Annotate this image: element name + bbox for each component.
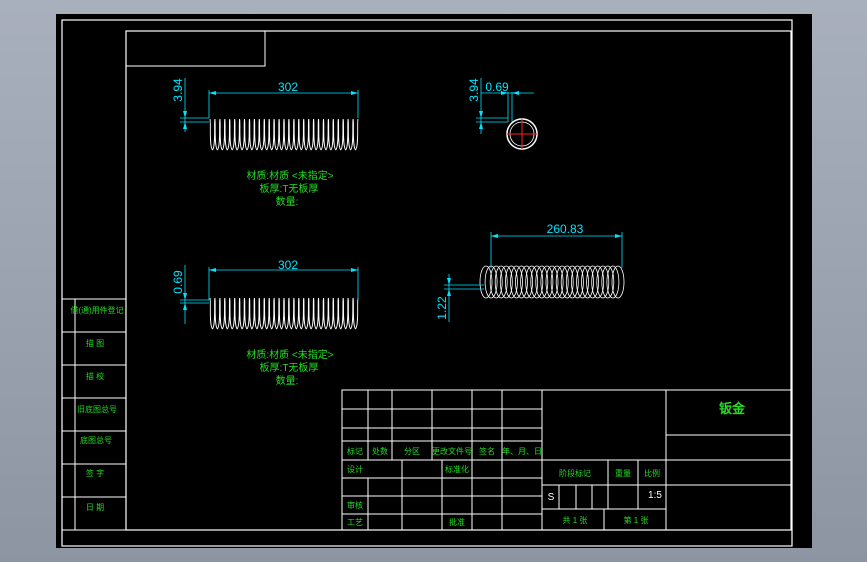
dim-length-label: 260.83 xyxy=(547,222,584,236)
dim-height-label: 3.94 xyxy=(171,78,185,102)
dim-height-label: 3.94 xyxy=(467,78,481,102)
note-material: 材质:材质 <未指定> xyxy=(246,169,333,182)
dim-length-label: 302 xyxy=(278,258,298,272)
dim-length-label: 302 xyxy=(278,80,298,94)
header-cell: 签名 xyxy=(479,446,495,456)
sheet-number-label: 第 1 张 xyxy=(624,515,649,525)
note-quantity: 数量: xyxy=(276,195,299,208)
header-cell: 分区 xyxy=(404,447,420,456)
header-cell: 年、月、日 xyxy=(502,446,542,456)
strip-label: 描 图 xyxy=(86,338,104,348)
designer-label: 设计 xyxy=(347,464,363,474)
process-label: 工艺 xyxy=(347,518,363,527)
dim-width-label: 0.69 xyxy=(485,80,509,94)
scale-value: 1:5 xyxy=(648,490,662,501)
cad-drawing-canvas[interactable]: 302 3.94 材质:材质 <未指定> 板厚:T无板厚 数量: 302 0.6… xyxy=(0,0,867,562)
header-cell: 标记 xyxy=(347,446,363,456)
header-cell: 处数 xyxy=(372,446,388,456)
dim-height-label: 1.22 xyxy=(435,296,449,320)
stage-mark-label: 阶段标记 xyxy=(559,468,591,478)
total-sheets-label: 共 1 张 xyxy=(563,516,588,525)
note-thickness: 板厚:T无板厚 xyxy=(260,182,319,195)
drawing-title: 钣金 xyxy=(719,401,746,416)
strip-label: 旧底图总号 xyxy=(77,404,117,414)
strip-label: 底图总号 xyxy=(80,435,112,445)
dim-height-label: 0.69 xyxy=(171,270,185,294)
stage-value: S xyxy=(548,492,555,503)
header-cell: 更改文件号 xyxy=(432,446,472,456)
approval-label: 批准 xyxy=(449,517,465,527)
scale-label: 比例 xyxy=(644,468,660,478)
note-material: 材质:材质 <未指定> xyxy=(246,348,333,361)
strip-label: 借(通)用件登记 xyxy=(70,305,123,315)
standardization-label: 标准化 xyxy=(445,464,469,474)
strip-label: 签 字 xyxy=(86,468,104,478)
title-block-header-row: 标记 处数 分区 更改文件号 签名 年、月、日 xyxy=(347,446,542,456)
reviewer-label: 审核 xyxy=(347,500,363,510)
weight-label: 重量 xyxy=(615,468,631,478)
note-quantity: 数量: xyxy=(276,374,299,387)
note-thickness: 板厚:T无板厚 xyxy=(260,361,319,374)
drawing-paper xyxy=(56,14,812,548)
strip-label: 描 校 xyxy=(86,371,104,381)
strip-label: 日 期 xyxy=(86,503,104,512)
